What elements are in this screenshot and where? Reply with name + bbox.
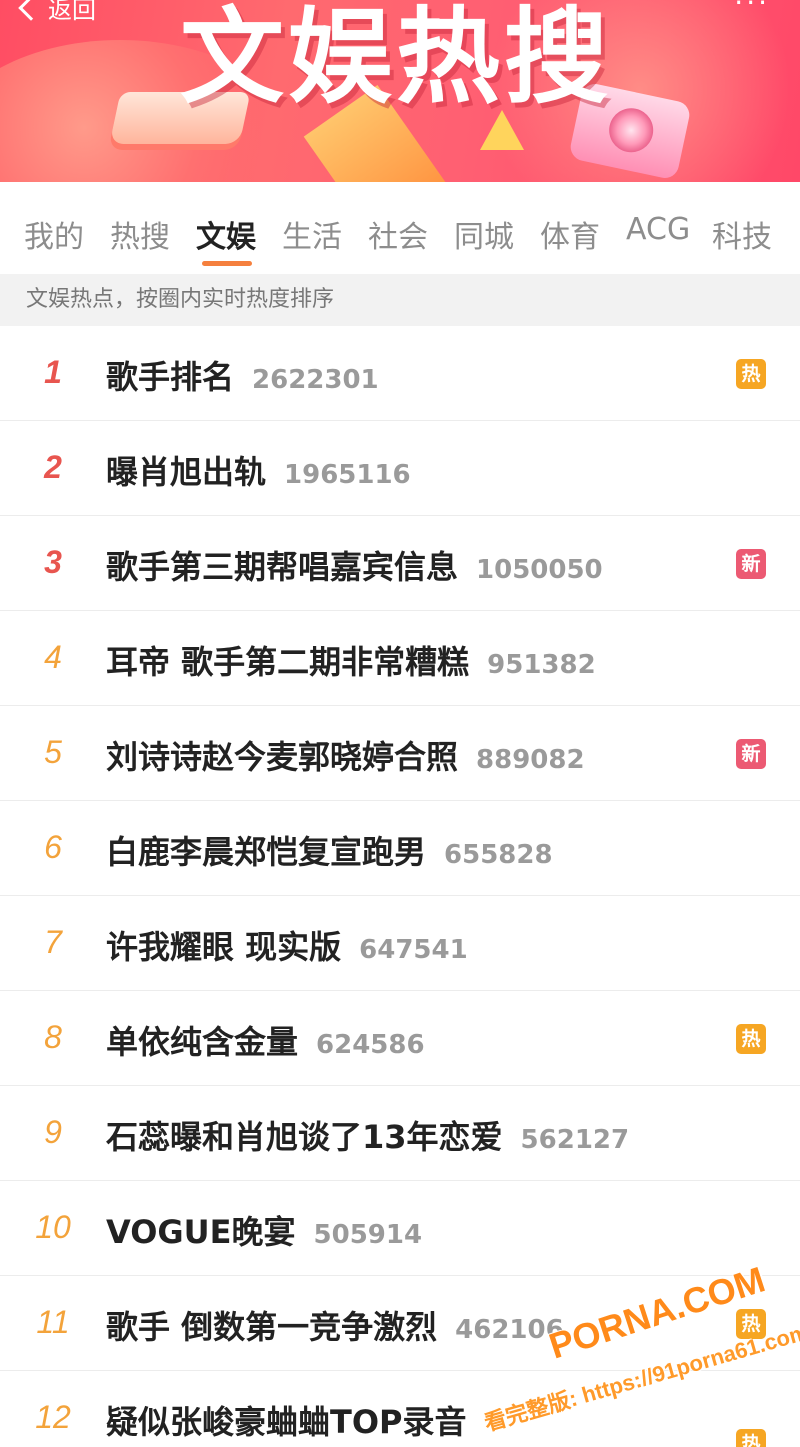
tab-sports[interactable]: 体育: [540, 212, 600, 256]
page-title: 文娱热搜: [180, 0, 613, 118]
new-badge: 新: [736, 739, 766, 769]
item-title: 歌手 倒数第一竞争激烈: [106, 1308, 438, 1346]
rank-number: 6: [44, 829, 62, 865]
rank-number: 12: [35, 1399, 71, 1435]
heat-value: 655828: [444, 840, 553, 870]
item-title: 歌手排名: [106, 358, 235, 396]
heat-value: 951382: [487, 650, 596, 680]
rank-number: 7: [44, 924, 62, 960]
heat-value: 647541: [359, 935, 468, 965]
item-title-wrap: 疑似张峻豪蛐蛐TOP录音: [106, 1397, 485, 1443]
back-label: 返回: [48, 0, 96, 24]
hot-badge: 热: [736, 1429, 766, 1447]
item-title: 单依纯含金量: [106, 1023, 299, 1061]
heat-value: 505914: [313, 1220, 423, 1250]
back-button[interactable]: 返回: [18, 0, 96, 25]
item-title-wrap: 曝肖旭出轨 1965116: [106, 447, 411, 493]
tab-society[interactable]: 社会: [368, 212, 428, 256]
list-item[interactable]: 2 曝肖旭出轨 1965116: [0, 421, 800, 516]
heat-value: 624586: [316, 1030, 425, 1060]
new-badge: 新: [736, 549, 766, 579]
rank-number: 8: [44, 1019, 62, 1055]
item-title-wrap: 白鹿李晨郑恺复宣跑男 655828: [106, 827, 553, 873]
heat-value: 562127: [520, 1125, 630, 1155]
item-title: 白鹿李晨郑恺复宣跑男: [106, 833, 427, 871]
list-item[interactable]: 6 白鹿李晨郑恺复宣跑男 655828: [0, 801, 800, 896]
list-item[interactable]: 8 单依纯含金量 624586 热: [0, 991, 800, 1086]
heat-value: 1050050: [476, 555, 603, 585]
item-title-wrap: 歌手排名 2622301: [106, 352, 379, 398]
tab-life[interactable]: 生活: [282, 212, 342, 256]
item-title: 歌手第三期帮唱嘉宾信息: [106, 548, 459, 586]
list-item[interactable]: 1 歌手排名 2622301 热: [0, 326, 800, 421]
rank-number: 11: [36, 1304, 70, 1340]
item-title: VOGUE晚宴: [106, 1213, 296, 1251]
more-button[interactable]: ···: [734, 0, 770, 19]
item-title-wrap: 刘诗诗赵今麦郭晓婷合照 889082: [106, 732, 585, 778]
category-tabs: 我的 热搜 文娱 生活 社会 同城 体育 ACG 科技: [0, 182, 800, 274]
item-title-wrap: 石蕊曝和肖旭谈了13年恋爱 562127: [106, 1112, 629, 1158]
rank-number: 4: [44, 639, 62, 675]
list-item[interactable]: 9 石蕊曝和肖旭谈了13年恋爱 562127: [0, 1086, 800, 1181]
tab-mine[interactable]: 我的: [24, 212, 84, 256]
item-title: 疑似张峻豪蛐蛐TOP录音: [106, 1403, 467, 1441]
hot-badge: 热: [736, 1024, 766, 1054]
heat-value: 2622301: [252, 365, 379, 395]
list-item[interactable]: 10 VOGUE晚宴 505914: [0, 1181, 800, 1276]
list-item[interactable]: 3 歌手第三期帮唱嘉宾信息 1050050 新: [0, 516, 800, 611]
list-item[interactable]: 7 许我耀眼 现实版 647541: [0, 896, 800, 991]
rank-number: 2: [44, 449, 62, 485]
item-title: 石蕊曝和肖旭谈了13年恋爱: [106, 1118, 503, 1156]
item-title: 刘诗诗赵今麦郭晓婷合照: [106, 738, 459, 776]
header-banner: 文娱热搜 返回 ···: [0, 0, 800, 182]
heat-value: 1965116: [284, 460, 411, 490]
list-item[interactable]: 5 刘诗诗赵今麦郭晓婷合照 889082 新: [0, 706, 800, 801]
item-title: 曝肖旭出轨: [106, 453, 267, 491]
tab-local[interactable]: 同城: [454, 212, 514, 256]
chevron-left-icon: [18, 0, 44, 21]
item-title-wrap: 歌手 倒数第一竞争激烈 462106: [106, 1302, 564, 1348]
list-item[interactable]: 4 耳帝 歌手第二期非常糟糕 951382: [0, 611, 800, 706]
tab-hot-search[interactable]: 热搜: [110, 212, 170, 256]
tab-acg[interactable]: ACG: [626, 212, 690, 247]
rank-number: 9: [44, 1114, 62, 1150]
item-title-wrap: 许我耀眼 现实版 647541: [106, 922, 468, 968]
rank-number: 10: [35, 1209, 71, 1245]
item-title: 耳帝 歌手第二期非常糟糕: [106, 643, 470, 681]
list-description: 文娱热点，按圈内实时热度排序: [0, 274, 800, 326]
heat-value: 889082: [476, 745, 585, 775]
rank-number: 1: [44, 354, 62, 390]
rank-number: 5: [44, 734, 62, 770]
active-tab-indicator: [202, 261, 252, 266]
tab-entertainment[interactable]: 文娱: [196, 212, 256, 256]
item-title-wrap: 耳帝 歌手第二期非常糟糕 951382: [106, 637, 596, 683]
item-title: 许我耀眼 现实版: [106, 928, 342, 966]
item-title-wrap: VOGUE晚宴 505914: [106, 1207, 422, 1253]
rank-number: 3: [44, 544, 62, 580]
item-title-wrap: 歌手第三期帮唱嘉宾信息 1050050: [106, 542, 603, 588]
tab-tech[interactable]: 科技: [712, 212, 772, 256]
hot-badge: 热: [736, 359, 766, 389]
item-title-wrap: 单依纯含金量 624586: [106, 1017, 425, 1063]
